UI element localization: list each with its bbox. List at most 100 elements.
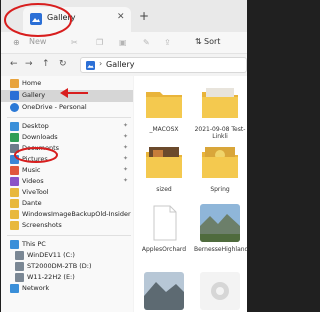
- gallery-item-label: ApplesOrchard: [141, 246, 187, 253]
- folder-photo-icon: [202, 147, 238, 178]
- close-tab-icon[interactable]: ✕: [117, 12, 125, 22]
- download-icon: [10, 133, 19, 142]
- nav-item-network[interactable]: Network: [1, 283, 133, 295]
- gallery-item[interactable]: Spring: [194, 144, 246, 198]
- folder-icon: [10, 210, 19, 219]
- folder-icon: [10, 199, 19, 208]
- address-bar-row: ← → ↑ ↻ › Gallery: [1, 55, 247, 75]
- nav-divider: [7, 235, 131, 236]
- nav-item-label: WinDEV11 (C:): [27, 251, 75, 259]
- gallery-item-label: sized: [156, 186, 172, 193]
- nav-item-label: Downloads: [22, 133, 58, 141]
- gallery-item-label: 2021-09-08 Test-Linkli: [194, 126, 246, 140]
- tab-gallery[interactable]: Gallery ✕: [23, 7, 131, 32]
- pin-icon: ✦: [123, 122, 129, 129]
- forward-arrow-icon[interactable]: →: [25, 59, 33, 70]
- nav-item-label: Pictures: [22, 155, 48, 163]
- gallery-item-label: BernesseHighlandsSwitzerland.jpg: [194, 246, 247, 253]
- file-explorer-window: Gallery ✕ + ⊕ New ✂ ❐ ▣ ✎ ⇪ ⇅ Sort ← → ↑…: [1, 0, 247, 312]
- cut-icon[interactable]: ✂: [71, 37, 78, 49]
- network-icon: [10, 284, 19, 293]
- address-bar[interactable]: › Gallery: [80, 57, 247, 73]
- nav-item-label: Screenshots: [22, 221, 62, 229]
- pc-icon: [10, 240, 19, 249]
- gallery-item[interactable]: 2021-09-08 Test-Linkli: [194, 84, 246, 140]
- cloud-icon: [10, 103, 19, 112]
- nav-item-screenshots[interactable]: Screenshots: [1, 220, 133, 232]
- photo-thumbnail: [144, 272, 184, 310]
- drive-icon: [15, 273, 24, 282]
- nav-item-home[interactable]: Home: [1, 78, 133, 90]
- up-arrow-icon[interactable]: ↑: [42, 59, 50, 70]
- nav-item-label: Desktop: [22, 122, 49, 130]
- gallery-icon: [30, 13, 42, 25]
- back-arrow-icon[interactable]: ←: [10, 59, 18, 70]
- navigation-pane: Home Gallery OneDrive - Personal Desktop…: [1, 76, 133, 312]
- gallery-item[interactable]: [194, 272, 246, 312]
- new-icon: ⊕: [13, 38, 20, 47]
- document-icon: [10, 144, 19, 153]
- nav-item-label: Music: [22, 166, 41, 174]
- rename-icon[interactable]: ✎: [143, 37, 150, 49]
- sort-icon: ⇅: [195, 37, 202, 46]
- nav-item-label: W11-22H2 (E:): [27, 273, 75, 281]
- gallery-item[interactable]: ApplesOrchard: [138, 204, 190, 260]
- gallery-item-label: _MACOSX: [149, 126, 179, 133]
- desktop-icon: [10, 122, 19, 131]
- gallery-icon: [86, 61, 95, 70]
- nav-item-label: Home: [22, 79, 42, 87]
- command-bar: ⊕ New ✂ ❐ ▣ ✎ ⇪ ⇅ Sort: [1, 32, 247, 54]
- gallery-item[interactable]: _MACOSX: [138, 84, 190, 138]
- breadcrumb-separator: ›: [99, 59, 103, 68]
- paste-icon[interactable]: ▣: [119, 37, 127, 49]
- share-icon[interactable]: ⇪: [164, 37, 171, 49]
- music-icon: [10, 166, 19, 175]
- gallery-item[interactable]: BernesseHighlandsSwitzerland.jpg: [194, 204, 247, 260]
- nav-item-label: Documents: [22, 144, 60, 152]
- nav-item-label: This PC: [22, 240, 46, 248]
- tab-title: Gallery: [47, 13, 76, 22]
- nav-item-label: Dante: [22, 199, 42, 207]
- new-tab-button[interactable]: +: [139, 10, 149, 22]
- nav-item-onedrive[interactable]: OneDrive - Personal: [1, 102, 133, 114]
- refresh-icon[interactable]: ↻: [59, 59, 67, 70]
- drive-icon: [15, 262, 24, 271]
- tab-strip: Gallery ✕ +: [1, 0, 247, 32]
- gallery-item-label: Spring: [210, 186, 230, 193]
- gallery-item[interactable]: sized: [138, 144, 190, 198]
- gear-icon: [200, 272, 240, 310]
- nav-item-label: ViveTool: [22, 188, 49, 196]
- gallery-item[interactable]: [138, 272, 190, 312]
- new-button[interactable]: New: [29, 37, 46, 46]
- home-icon: [10, 79, 19, 88]
- nav-item-label: WindowsImageBackupOld-Insider: [22, 210, 131, 218]
- nav-item-label: ST2000DM-2TB (D:): [27, 262, 92, 270]
- pin-icon: ✦: [123, 155, 129, 162]
- pin-icon: ✦: [123, 133, 129, 140]
- nav-item-label: OneDrive - Personal: [22, 103, 87, 111]
- photo-thumbnail: [200, 204, 240, 242]
- sort-button[interactable]: Sort: [204, 37, 220, 46]
- screenshot-frame: Gallery ✕ + ⊕ New ✂ ❐ ▣ ✎ ⇪ ⇅ Sort ← → ↑…: [0, 0, 250, 312]
- breadcrumb-gallery[interactable]: Gallery: [106, 60, 135, 69]
- nav-item-gallery[interactable]: Gallery: [1, 90, 133, 102]
- gallery-content: _MACOSX 2021-09-08 Test-Linkli sized Spr…: [134, 76, 247, 312]
- pin-icon: ✦: [123, 177, 129, 184]
- nav-item-label: Network: [22, 284, 50, 292]
- copy-icon[interactable]: ❐: [96, 37, 103, 49]
- drive-icon: [15, 251, 24, 260]
- gallery-icon: [10, 91, 19, 100]
- folder-photo-icon: [202, 88, 238, 118]
- pin-icon: ✦: [123, 144, 129, 151]
- pictures-icon: [10, 155, 19, 164]
- file-icon: [153, 205, 177, 241]
- video-icon: [10, 177, 19, 186]
- folder-photo-icon: [146, 147, 182, 178]
- pin-icon: ✦: [123, 166, 129, 173]
- folder-icon: [146, 92, 182, 118]
- folder-icon: [10, 188, 19, 197]
- nav-divider: [7, 117, 131, 118]
- nav-item-label: Videos: [22, 177, 44, 185]
- nav-item-label: Gallery: [22, 91, 46, 99]
- folder-icon: [10, 221, 19, 230]
